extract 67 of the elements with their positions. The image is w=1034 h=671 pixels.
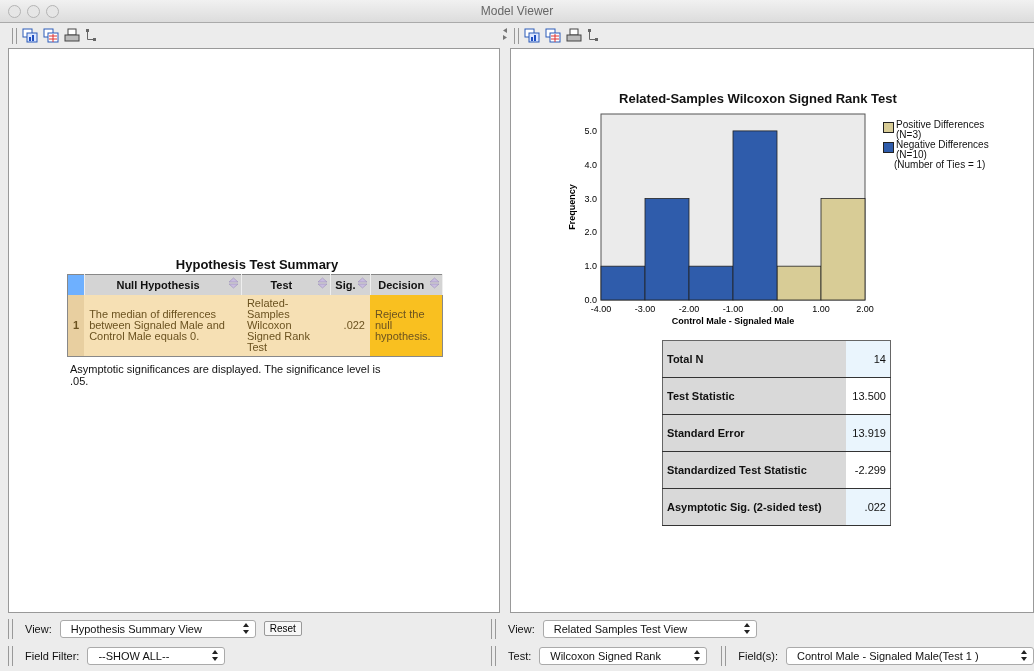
print-icon[interactable] [566,28,582,43]
table-cell: 13.500 [846,377,891,415]
y-axis-label: Frequency [567,184,577,230]
row-number: 1 [67,295,85,357]
field-filter-label: Field Filter: [25,649,80,662]
table-cell: .022 [330,295,370,357]
table-cell: Related-Samples Wilcoxon Signed Rank Test [241,295,331,357]
y-tick-label: 3.0 [584,193,597,204]
fields-label: Field(s): [738,649,778,662]
table-icon[interactable] [43,28,59,43]
legend-note: (Number of Ties = 1) [893,160,987,170]
table-cell: The median of differences between Signaled Male and Control Male equals 0. [84,295,242,357]
column-header[interactable]: Sig. [330,274,370,295]
y-tick-label: 2.0 [584,227,597,238]
stepper-arrows-icon[interactable] [694,650,701,661]
window-title: Model Viewer [480,4,554,18]
stepper-arrows-icon[interactable] [743,623,750,634]
x-tick-label: -4.00 [590,304,612,314]
table-icon[interactable] [545,28,561,43]
table-cell: Test Statistic [662,377,846,415]
x-tick-label: .00 [770,304,784,314]
x-tick-label: -2.00 [678,304,700,314]
footnote: Asymptotic significances are displayed. The significance level is .05. [69,363,382,387]
y-tick-label: 5.0 [584,125,597,136]
table-cell: 13.919 [846,414,891,452]
view-dropdown[interactable]: Related Samples Test View [542,619,757,638]
fields-dropdown[interactable]: Control Male - Signaled Male(Test 1 ) [786,646,1034,665]
y-tick-label: 0.0 [584,295,597,305]
legend-label: Negative Differences (N=10) [896,140,990,160]
table-cell: Total N [662,340,846,378]
chart-title: Related-Samples Wilcoxon Signed Rank Test [618,91,898,106]
table-cell: 14 [846,340,891,378]
splitter-arrows-icon[interactable] [502,27,508,41]
chart-icon[interactable] [524,28,540,43]
table-cell: Asymptotic Sig. (2-sided test) [662,488,846,526]
stepper-arrows-icon[interactable] [212,650,219,661]
hierarchy-icon[interactable] [85,28,97,43]
column-header[interactable]: Decision [370,274,443,295]
column-header[interactable]: Null Hypothesis [84,274,242,295]
view-label: View: [25,622,52,635]
x-axis-label: Control Male - Signaled Male [671,316,795,326]
x-tick-label: 1.00 [812,304,830,314]
x-tick-label: 2.00 [856,304,874,314]
stepper-arrows-icon[interactable] [242,623,249,634]
table-cell: .022 [846,488,891,526]
table-cell: Standard Error [662,414,846,452]
table-cell: Standardized Test Statistic [662,451,846,489]
view-dropdown[interactable]: Hypothesis Summary View [59,619,256,638]
test-dropdown[interactable]: Wilcoxon Signed Rank [539,646,708,665]
x-tick-label: -1.00 [722,304,744,314]
legend-label: Positive Differences (N=3) [896,120,985,140]
column-header[interactable]: Test [241,274,331,295]
field-filter-dropdown[interactable]: --SHOW ALL-- [87,646,226,665]
x-tick-label: -3.00 [634,304,656,314]
chart-icon[interactable] [22,28,38,43]
test-label: Test: [508,649,532,662]
y-tick-label: 1.0 [584,261,597,272]
corner-cell [67,274,85,295]
table-title: Hypothesis Test Summary [174,257,340,272]
view-label: View: [508,622,535,635]
reset-button[interactable]: Reset [263,621,302,636]
hierarchy-icon[interactable] [587,28,599,43]
print-icon[interactable] [64,28,80,43]
table-cell: Reject the null hypothesis. [370,295,443,357]
table-cell: -2.299 [846,451,891,489]
y-tick-label: 4.0 [584,159,597,170]
stepper-arrows-icon[interactable] [1021,650,1027,661]
